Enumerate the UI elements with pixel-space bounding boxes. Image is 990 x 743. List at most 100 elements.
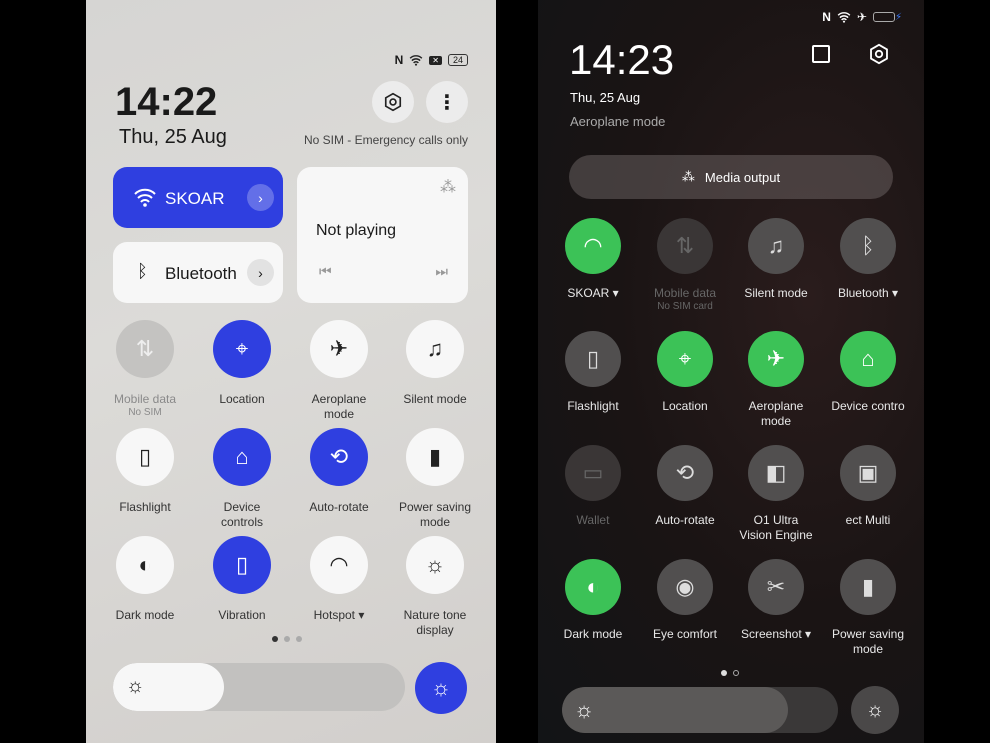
- tile-button[interactable]: ♫: [748, 218, 804, 274]
- date: Thu, 25 Aug: [570, 90, 641, 105]
- tile-location[interactable]: ⌖ Location: [194, 320, 290, 407]
- tile-eye[interactable]: ◉ Eye comfort: [637, 559, 733, 642]
- tile-button[interactable]: ✈: [310, 320, 368, 378]
- tile-button[interactable]: ✂: [748, 559, 804, 615]
- tile-button[interactable]: ◉: [657, 559, 713, 615]
- media-output-button[interactable]: ⁂ Media output: [569, 155, 893, 199]
- tile-label: Location: [662, 399, 708, 413]
- dark-control-center: N ✈ ⚡ 14:23 Thu, 25 Aug Aeroplane mode ⁂…: [538, 0, 924, 743]
- tile-bluetooth[interactable]: ᛒ Bluetooth ▾: [820, 218, 916, 301]
- clock: 14:22: [115, 80, 218, 124]
- bluetooth-expand-chevron[interactable]: ›: [247, 259, 274, 286]
- tile-location[interactable]: ⌖ Location: [637, 331, 733, 414]
- tile-dark-mode[interactable]: ◐ Dark mode: [97, 536, 193, 623]
- brightness-icon: ☼: [126, 675, 145, 697]
- auto-brightness-button[interactable]: ☼: [415, 662, 467, 714]
- tile-home[interactable]: ⌂ Device contro: [820, 331, 916, 414]
- tile-button[interactable]: ▭: [565, 445, 621, 501]
- tile-button[interactable]: ▯: [116, 428, 174, 486]
- tile-vision[interactable]: ◧ O1 Ultra Vision Engine: [728, 445, 824, 543]
- bluetooth-card[interactable]: ᛒ Bluetooth ›: [113, 242, 283, 303]
- tile-label: Dark mode: [115, 608, 175, 622]
- tile-rotate[interactable]: ⟲ Auto-rotate: [291, 428, 387, 515]
- tile-nature-tone[interactable]: ☼ Nature tone display: [387, 536, 483, 638]
- tile-button[interactable]: ⟲: [310, 428, 368, 486]
- home-icon: ⌂: [235, 444, 249, 469]
- tile-button[interactable]: ▮: [840, 559, 896, 615]
- tile-airplane[interactable]: ✈ Aeroplane mode: [728, 331, 824, 429]
- auto-brightness-button[interactable]: ☼: [851, 686, 899, 734]
- tile-label: Vibration: [218, 608, 266, 622]
- tile-label: Device controls: [220, 500, 264, 529]
- tile-button[interactable]: ✈: [748, 331, 804, 387]
- tile-button[interactable]: ◠: [310, 536, 368, 594]
- tile-wallet[interactable]: ▭ Wallet: [545, 445, 641, 528]
- tile-button[interactable]: ⌂: [213, 428, 271, 486]
- brightness-slider[interactable]: ☼: [113, 663, 405, 711]
- settings-button[interactable]: [372, 81, 414, 123]
- tile-battery[interactable]: ▮ Power saving mode: [387, 428, 483, 530]
- wifi-card[interactable]: SKOAR ›: [113, 167, 283, 228]
- tile-mobile-data[interactable]: ⇅ Mobile data No SIM card: [637, 218, 733, 313]
- tile-label: Mobile data: [113, 392, 177, 406]
- wifi-name: SKOAR: [165, 189, 225, 208]
- wifi-icon: [837, 11, 851, 23]
- tile-button[interactable]: ⇅: [657, 218, 713, 274]
- brightness-slider[interactable]: ☼: [562, 687, 838, 733]
- tile-home[interactable]: ⌂ Device controls: [194, 428, 290, 530]
- tile-button[interactable]: ▯: [213, 536, 271, 594]
- tile-button[interactable]: ♫: [406, 320, 464, 378]
- tile-label: Auto-rotate: [309, 500, 369, 514]
- tile-bell[interactable]: ♫ Silent mode: [387, 320, 483, 407]
- tile-button[interactable]: ▣: [840, 445, 896, 501]
- tile-button[interactable]: ⟲: [657, 445, 713, 501]
- tile-flashlight[interactable]: ▯ Flashlight: [545, 331, 641, 414]
- edit-button[interactable]: [812, 45, 830, 63]
- tile-dark-mode[interactable]: ◐ Dark mode: [545, 559, 641, 642]
- tile-vibration[interactable]: ▯ Vibration: [194, 536, 290, 623]
- date: Thu, 25 Aug: [119, 126, 227, 148]
- tile-label: Flashlight: [119, 500, 171, 514]
- tile-button[interactable]: ▯: [565, 331, 621, 387]
- tile-button[interactable]: ⌖: [657, 331, 713, 387]
- tile-button[interactable]: ⌂: [840, 331, 896, 387]
- tile-battery[interactable]: ▮ Power saving mode: [820, 559, 916, 657]
- tile-label: Aeroplane mode: [311, 392, 367, 421]
- tile-button[interactable]: ◠: [565, 218, 621, 274]
- tile-label: Dark mode: [563, 627, 623, 641]
- tile-button[interactable]: ◐: [565, 559, 621, 615]
- wifi-expand-chevron[interactable]: ›: [247, 184, 274, 211]
- tile-button[interactable]: ⇅: [116, 320, 174, 378]
- tile-bell[interactable]: ♫ Silent mode: [728, 218, 824, 301]
- tile-screenshot[interactable]: ✂ Screenshot ▾: [728, 559, 824, 642]
- settings-button[interactable]: [868, 43, 890, 65]
- tile-hotspot[interactable]: ◠ Hotspot ▾: [291, 536, 387, 623]
- tile-button[interactable]: ▮: [406, 428, 464, 486]
- tile-button[interactable]: ⌖: [213, 320, 271, 378]
- wifi-icon: [409, 54, 423, 66]
- tile-button[interactable]: ☼: [406, 536, 464, 594]
- tile-button[interactable]: ◧: [748, 445, 804, 501]
- previous-icon[interactable]: ⏮: [319, 263, 332, 280]
- media-card[interactable]: ⁂ Not playing ⏮ ⏭: [297, 167, 468, 303]
- tile-label: Power saving mode: [831, 627, 905, 656]
- tile-button[interactable]: ◐: [116, 536, 174, 594]
- tile-rotate[interactable]: ⟲ Auto-rotate: [637, 445, 733, 528]
- tile-label: Wallet: [576, 513, 610, 527]
- vision-icon: ◧: [765, 460, 787, 485]
- bluetooth-icon: ᛒ: [861, 233, 875, 258]
- wifi-icon: ◠: [583, 233, 603, 258]
- next-icon[interactable]: ⏭: [435, 263, 448, 280]
- tile-button[interactable]: ᛒ: [840, 218, 896, 274]
- tile-mobile-data[interactable]: ⇅ Mobile data No SIM: [97, 320, 193, 419]
- media-output-icon[interactable]: ⁂: [440, 177, 456, 197]
- bluetooth-label: Bluetooth: [165, 264, 237, 283]
- tile-wifi[interactable]: ◠ SKOAR ▾: [545, 218, 641, 301]
- tile-multi-screen[interactable]: ▣ ect Multi: [820, 445, 916, 528]
- tile-label: SKOAR ▾: [567, 286, 619, 300]
- tile-flashlight[interactable]: ▯ Flashlight: [97, 428, 193, 515]
- status-bar: N ✕ 24: [395, 53, 468, 67]
- tile-label: Silent mode: [744, 286, 808, 300]
- tile-airplane[interactable]: ✈ Aeroplane mode: [291, 320, 387, 422]
- more-button[interactable]: ⋮: [426, 81, 468, 123]
